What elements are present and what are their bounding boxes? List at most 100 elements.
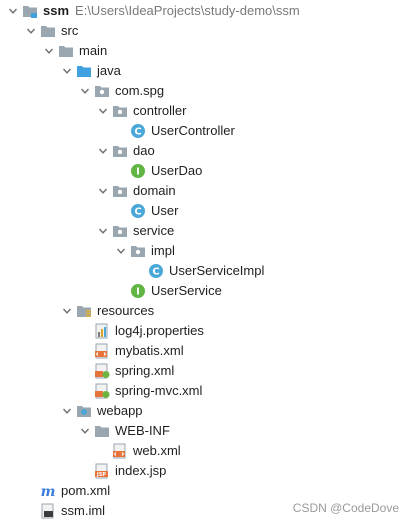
chevron-down-icon[interactable] <box>96 101 110 121</box>
node-label: UserDao <box>151 163 203 178</box>
node-label: mybatis.xml <box>115 343 184 358</box>
svg-text:JSP: JSP <box>96 472 106 478</box>
project-path: E:\Users\IdeaProjects\study-demo\ssm <box>75 3 300 18</box>
node-label: com.spg <box>115 83 165 98</box>
source-folder-icon <box>76 63 92 79</box>
tree-node-mybatis-xml[interactable]: mybatis.xml <box>78 341 184 361</box>
node-label: web.xml <box>133 443 181 458</box>
spring-xml-file-icon <box>94 383 110 399</box>
chevron-down-icon[interactable] <box>96 181 110 201</box>
node-label: UserServiceImpl <box>169 263 265 278</box>
chevron-down-icon[interactable] <box>114 241 128 261</box>
tree-node-java[interactable]: java <box>60 61 121 81</box>
node-label: log4j.properties <box>115 323 204 338</box>
svg-text:I: I <box>136 287 140 298</box>
tree-node-ssm[interactable]: ssm E:\Users\IdeaProjects\study-demo\ssm <box>6 1 300 21</box>
interface-icon: I <box>130 283 146 299</box>
node-label: UserService <box>151 283 222 298</box>
tree-node-user-service[interactable]: I UserService <box>114 281 222 301</box>
chevron-down-icon[interactable] <box>24 21 38 41</box>
properties-file-icon <box>94 323 110 339</box>
node-label: webapp <box>97 403 143 418</box>
svg-text:C: C <box>134 127 141 138</box>
node-label: UserController <box>151 123 235 138</box>
node-label: index.jsp <box>115 463 167 478</box>
tree-node-user[interactable]: C User <box>114 201 178 221</box>
node-label: dao <box>133 143 155 158</box>
package-icon <box>130 243 146 259</box>
folder-icon <box>94 423 110 439</box>
module-icon <box>40 503 56 519</box>
spring-xml-file-icon <box>94 363 110 379</box>
package-icon <box>112 223 128 239</box>
package-icon <box>94 83 110 99</box>
folder-icon <box>40 23 56 39</box>
tree-node-index-jsp[interactable]: JSP index.jsp <box>78 461 166 481</box>
xml-file-icon <box>112 443 128 459</box>
svg-text:C: C <box>152 267 159 278</box>
tree-node-web-xml[interactable]: web.xml <box>96 441 181 461</box>
tree-node-ssm-iml[interactable]: ssm.iml <box>24 501 105 521</box>
project-name: ssm <box>43 3 70 18</box>
tree-node-impl[interactable]: impl <box>114 241 175 261</box>
package-icon <box>112 143 128 159</box>
node-label: resources <box>97 303 155 318</box>
chevron-down-icon[interactable] <box>6 1 20 21</box>
chevron-down-icon[interactable] <box>78 81 92 101</box>
chevron-down-icon[interactable] <box>60 301 74 321</box>
tree-node-service[interactable]: service <box>96 221 174 241</box>
tree-node-src[interactable]: src <box>24 21 78 41</box>
resources-folder-icon <box>76 303 92 319</box>
tree-node-spring-mvc-xml[interactable]: spring-mvc.xml <box>78 381 202 401</box>
node-label: WEB-INF <box>115 423 170 438</box>
module-icon <box>22 3 38 19</box>
node-label: src <box>61 23 79 38</box>
node-label: User <box>151 203 179 218</box>
maven-icon: m <box>40 483 56 499</box>
tree-node-web-inf[interactable]: WEB-INF <box>78 421 170 441</box>
class-icon: C <box>130 203 146 219</box>
watermark: CSDN @CodeDove <box>292 501 399 515</box>
tree-node-com-spg[interactable]: com.spg <box>78 81 164 101</box>
tree-node-user-service-impl[interactable]: C UserServiceImpl <box>132 261 264 281</box>
svg-text:C: C <box>134 207 141 218</box>
tree-node-resources[interactable]: resources <box>60 301 154 321</box>
tree-node-pom-xml[interactable]: m pom.xml <box>24 481 111 501</box>
tree-node-controller[interactable]: controller <box>96 101 186 121</box>
folder-icon <box>58 43 74 59</box>
svg-text:m: m <box>41 484 56 499</box>
svg-text:I: I <box>136 167 140 178</box>
node-label: controller <box>133 103 187 118</box>
class-icon: C <box>148 263 164 279</box>
jsp-file-icon: JSP <box>94 463 110 479</box>
chevron-down-icon[interactable] <box>96 141 110 161</box>
class-icon: C <box>130 123 146 139</box>
node-label: main <box>79 43 108 58</box>
chevron-down-icon[interactable] <box>78 421 92 441</box>
node-label: java <box>97 63 121 78</box>
tree-node-domain[interactable]: domain <box>96 181 176 201</box>
node-label: service <box>133 223 175 238</box>
chevron-down-icon[interactable] <box>60 61 74 81</box>
tree-node-main[interactable]: main <box>42 41 107 61</box>
node-label: pom.xml <box>61 483 111 498</box>
tree-node-dao[interactable]: dao <box>96 141 155 161</box>
package-icon <box>112 183 128 199</box>
interface-icon: I <box>130 163 146 179</box>
tree-node-user-dao[interactable]: I UserDao <box>114 161 202 181</box>
web-folder-icon <box>76 403 92 419</box>
node-label: spring-mvc.xml <box>115 383 203 398</box>
tree-node-log4j-properties[interactable]: log4j.properties <box>78 321 204 341</box>
node-label: ssm.iml <box>61 503 106 518</box>
node-label: spring.xml <box>115 363 175 378</box>
node-label: domain <box>133 183 176 198</box>
node-label: impl <box>151 243 175 258</box>
tree-node-user-controller[interactable]: C UserController <box>114 121 235 141</box>
xml-file-icon <box>94 343 110 359</box>
chevron-down-icon[interactable] <box>60 401 74 421</box>
chevron-down-icon[interactable] <box>42 41 56 61</box>
tree-node-spring-xml[interactable]: spring.xml <box>78 361 174 381</box>
chevron-down-icon[interactable] <box>96 221 110 241</box>
package-icon <box>112 103 128 119</box>
tree-node-webapp[interactable]: webapp <box>60 401 143 421</box>
